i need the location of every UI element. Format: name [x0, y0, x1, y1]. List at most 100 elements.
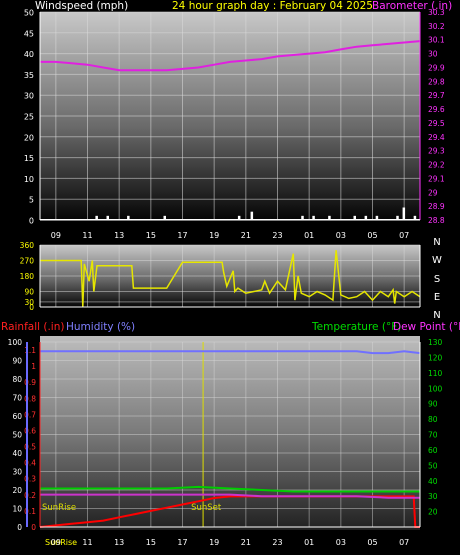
barometer-tick-label: 29: [428, 188, 438, 197]
time-tick-label: 07: [399, 538, 409, 547]
barometer-tick-label: 29.8: [428, 77, 445, 86]
rain-tick-label: 0.9: [24, 378, 36, 387]
temperature-tick-label: 80: [428, 415, 438, 424]
time-tick-label: 07: [399, 231, 409, 240]
direction-tick-label: 30: [24, 298, 34, 307]
time-tick-label: 05: [367, 231, 377, 240]
time-tick-label: 17: [177, 538, 187, 547]
humidity-tick-label: 0: [17, 523, 22, 532]
temperature-tick-label: 40: [428, 477, 438, 486]
direction-tick-label: 90: [24, 288, 34, 297]
windspeed-axis-label: Windspeed (mph): [35, 0, 128, 12]
time-tick-label: 03: [336, 231, 346, 240]
windspeed-tick-label: 20: [24, 133, 34, 142]
humidity-tick-label: 100: [8, 338, 23, 347]
compass-label: N: [433, 237, 440, 248]
time-tick-label: 01: [304, 231, 314, 240]
windspeed-bar: [106, 215, 109, 220]
humidity-tick-label: 40: [12, 449, 22, 458]
windspeed-tick-label: 50: [24, 9, 34, 18]
barometer-tick-label: 30.1: [428, 36, 445, 45]
temperature-tick-label: 20: [428, 508, 438, 517]
sunset-annotation: SunSet: [191, 503, 222, 513]
barometer-axis-label: Barometer (.in): [372, 0, 452, 12]
time-tick-label: 01: [304, 538, 314, 547]
compass-label: N: [433, 310, 440, 321]
time-tick-label: 09: [51, 231, 61, 240]
time-tick-label: 05: [367, 538, 377, 547]
time-tick-label: 13: [114, 231, 124, 240]
humidity-tick-label: 90: [12, 357, 22, 366]
windspeed-tick-label: 35: [24, 71, 34, 80]
windspeed-bar: [413, 215, 417, 220]
time-tick-label: 23: [272, 538, 282, 547]
time-tick-label: 11: [82, 231, 92, 240]
windspeed-bar: [328, 215, 331, 220]
humidity-tick-label: 20: [12, 486, 22, 495]
humidity-tick-label: 10: [12, 505, 22, 514]
barometer-tick-label: 29.9: [428, 63, 445, 72]
temperature-tick-label: 60: [428, 446, 438, 455]
rain-tick-label: 0.5: [24, 443, 36, 452]
time-tick-label: 11: [82, 538, 92, 547]
rain-tick-label: 0.2: [24, 491, 36, 500]
windspeed-bar: [163, 215, 166, 220]
barometer-tick-label: 30: [428, 50, 438, 59]
wind-direction-panel: 03090180270360 NWSEN: [20, 237, 442, 321]
rain-humidity-temperature-panel: SunRise SunSet 010203040506070809010000.1…: [1, 321, 460, 547]
rain-tick-label: 0.7: [24, 410, 36, 419]
windspeed-bar: [353, 215, 356, 220]
temperature-tick-label: 30: [428, 492, 438, 501]
temperature-axis-label: Temperature (°F): [311, 321, 401, 333]
time-tick-label: 03: [336, 538, 346, 547]
windspeed-tick-label: 10: [24, 175, 34, 184]
time-tick-label: 15: [146, 538, 156, 547]
barometer-tick-label: 29.2: [428, 161, 445, 170]
humidity-tick-label: 70: [12, 394, 22, 403]
barometer-tick-label: 29.3: [428, 147, 445, 156]
barometer-tick-label: 30.2: [428, 22, 445, 31]
rain-tick-label: 0.3: [24, 475, 36, 484]
time-tick-label: 21: [241, 538, 251, 547]
windspeed-tick-label: 25: [24, 113, 34, 122]
windspeed-bar: [250, 211, 254, 220]
time-tick-label: 13: [114, 538, 124, 547]
windspeed-tick-label: 40: [24, 50, 34, 59]
windspeed-bar: [127, 215, 130, 220]
compass-label: E: [434, 292, 440, 303]
temperature-tick-label: 70: [428, 431, 438, 440]
dewpoint-axis-label: Dew Point (°F): [393, 321, 460, 333]
rain-tick-label: 0.6: [24, 426, 36, 435]
direction-tick-label: 270: [20, 257, 35, 266]
rain-tick-label: 0.8: [24, 394, 36, 403]
windspeed-bar: [95, 215, 98, 220]
time-tick-label: 19: [209, 538, 219, 547]
barometer-tick-label: 29.7: [428, 91, 445, 100]
windspeed-bar: [301, 215, 304, 220]
humidity-tick-label: 80: [12, 375, 22, 384]
temperature-tick-label: 90: [428, 400, 438, 409]
barometer-tick-label: 28.9: [428, 202, 445, 211]
compass-label: W: [432, 255, 442, 266]
temperature-tick-label: 50: [428, 461, 438, 470]
barometer-tick-label: 29.6: [428, 105, 445, 114]
weather-graph-canvas: 0510152025303540455009 11 13 15 17 19 21 23 01 03…: [1, 0, 460, 547]
rain-humidity-plot-area: [40, 336, 420, 530]
time-tick-label: 23: [272, 231, 282, 240]
temperature-tick-label: 100: [428, 384, 443, 393]
windspeed-bar: [312, 215, 315, 220]
wind-barometer-panel: 0510152025303540455009 11 13 15 17 19 21 23 01 03…: [24, 0, 452, 240]
rain-tick-label: 0: [31, 523, 36, 532]
time-tick-label: 15: [146, 231, 156, 240]
rain-tick-label: 0.1: [24, 507, 36, 516]
windspeed-tick-label: 5: [29, 196, 34, 205]
windspeed-bar: [396, 215, 399, 220]
time-tick-label: 17: [177, 231, 187, 240]
barometer-tick-label: 29.1: [428, 174, 445, 183]
chart-title: 24 hour graph day : February 04 2025: [172, 0, 373, 12]
rainfall-axis-label: Rainfall (.in): [1, 321, 64, 333]
humidity-tick-label: 50: [12, 431, 22, 440]
time-tick-label: 19: [209, 231, 219, 240]
temperature-tick-label: 130: [428, 338, 443, 347]
sunrise-annotation: SunRise: [42, 503, 76, 513]
